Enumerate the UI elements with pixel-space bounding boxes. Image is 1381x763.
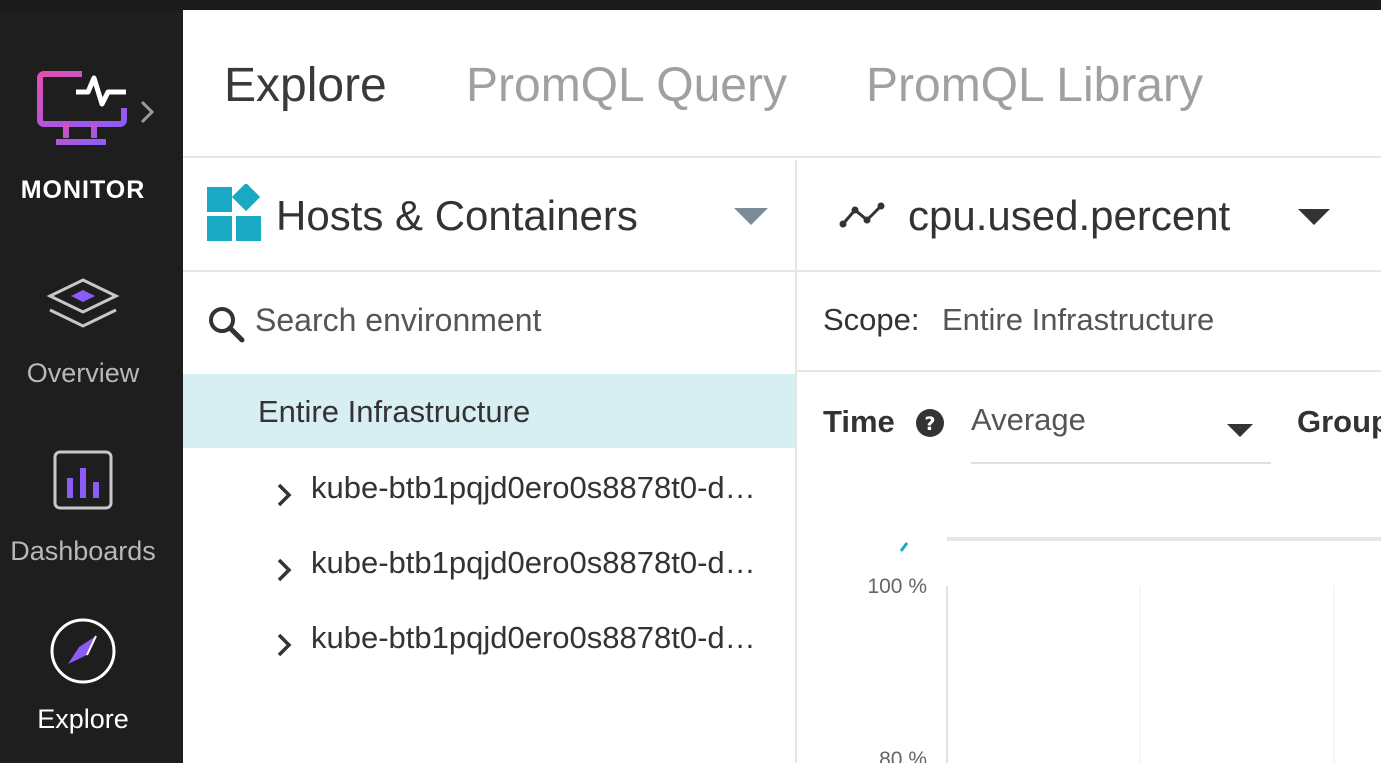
compass-icon: [50, 618, 116, 684]
layers-icon: [46, 278, 120, 328]
explore-tabs: Explore PromQL Query PromQL Library: [183, 10, 1381, 158]
tree-node-label: kube-btb1pqjd0ero0s8878t0-d…: [311, 545, 756, 580]
tree-root-label: Entire Infrastructure: [258, 394, 531, 429]
svg-text:?: ?: [924, 413, 935, 435]
tab-promql-query[interactable]: PromQL Query: [466, 58, 787, 113]
caret-down-icon: [734, 208, 768, 225]
tab-promql-library[interactable]: PromQL Library: [866, 58, 1203, 113]
tree-node[interactable]: kube-btb1pqjd0ero0s8878t0-d…: [273, 470, 773, 520]
search-icon: [209, 307, 245, 343]
monitor-logo-icon[interactable]: [36, 68, 132, 158]
window-top-bar: [0, 0, 1381, 10]
tree-node[interactable]: kube-btb1pqjd0ero0s8878t0-d…: [273, 545, 773, 595]
environment-tree: Entire Infrastructure kube-btb1pqjd0ero0…: [183, 372, 797, 763]
group-label: Group: [1297, 404, 1381, 439]
nav-item-dashboards[interactable]: Dashboards: [0, 448, 166, 567]
tree-node-label: kube-btb1pqjd0ero0s8878t0-d…: [311, 470, 756, 505]
left-nav-rail: MONITOR Overview Dashboards Explore: [0, 10, 183, 763]
nav-item-explore[interactable]: Explore: [0, 616, 166, 735]
nav-item-label: Dashboards: [10, 536, 156, 566]
chevron-right-icon[interactable]: [275, 557, 293, 583]
tree-node[interactable]: kube-btb1pqjd0ero0s8878t0-d…: [273, 620, 773, 670]
chart-series-fragment: [899, 542, 909, 552]
scope-label: Scope:: [823, 302, 920, 337]
source-selector-dropdown[interactable]: Hosts & Containers: [183, 160, 797, 270]
chevron-right-icon[interactable]: [275, 632, 293, 658]
metric-chart[interactable]: 100 % 80 %: [797, 520, 1381, 763]
time-label: Time: [823, 404, 895, 439]
tree-node-label: kube-btb1pqjd0ero0s8878t0-d…: [311, 620, 756, 655]
caret-down-icon: [1227, 424, 1253, 437]
y-tick-label: 80 %: [879, 748, 927, 763]
tab-explore[interactable]: Explore: [224, 58, 387, 113]
nav-item-label: Overview: [26, 358, 140, 388]
time-aggregation-value: Average: [971, 402, 1086, 437]
hosts-containers-icon: [207, 184, 261, 241]
environment-search: [183, 272, 797, 372]
y-tick-label: 100 %: [867, 575, 927, 598]
nav-item-label: Explore: [37, 704, 129, 734]
search-input[interactable]: [255, 298, 775, 342]
brand-label: MONITOR: [20, 176, 146, 204]
time-aggregation-select[interactable]: Average: [971, 402, 1271, 464]
source-selector-label: Hosts & Containers: [276, 192, 638, 239]
bar-chart-icon: [53, 450, 113, 510]
expand-chevron-icon[interactable]: [138, 98, 158, 126]
metric-selector-label: cpu.used.percent: [908, 192, 1231, 239]
tree-root-item[interactable]: Entire Infrastructure: [183, 374, 795, 448]
scope-bar[interactable]: Scope: Entire Infrastructure: [797, 272, 1381, 372]
metric-line-icon: [839, 202, 885, 228]
selector-row: Hosts & Containers cpu.used.percent: [183, 160, 1381, 272]
scope-value: Entire Infrastructure: [942, 302, 1215, 337]
nav-item-overview[interactable]: Overview: [0, 276, 166, 389]
caret-down-icon: [1298, 209, 1330, 225]
chevron-right-icon[interactable]: [275, 482, 293, 508]
help-icon[interactable]: ?: [915, 408, 945, 438]
